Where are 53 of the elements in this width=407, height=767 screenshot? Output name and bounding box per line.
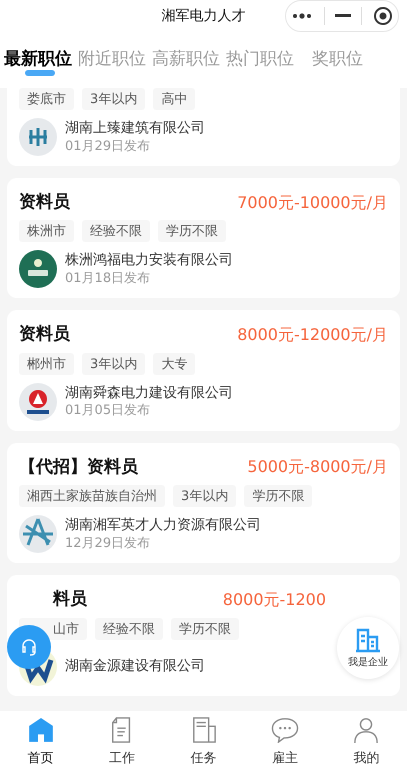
salary: 8000元-1200 [222,590,326,609]
window-title: 湘军电力人才 [162,7,246,25]
tag: 娄底市 [19,88,74,110]
tag: 学历不限 [158,220,226,242]
post-date: 01月29日发布 [65,138,152,154]
company-logo-icon [19,515,57,554]
chat-icon [270,717,300,743]
job-title: 资料员 [19,192,70,212]
more-icon[interactable] [291,12,314,20]
job-title: 料员 [53,589,87,610]
company-logo-icon [19,382,57,421]
nav-tab[interactable]: 首页 [0,711,82,767]
tag: 高中 [153,88,196,110]
company-name: 株洲鸿福电力安装有限公司 [65,252,233,269]
tag: 经验不限 [82,220,150,242]
home-icon [26,717,55,743]
nav-tab[interactable]: 我的 [326,711,407,767]
post-date: 01月05日发布 [65,403,152,419]
salary: 8000元-12000元/月 [237,324,388,344]
tag: 经验不限 [95,618,163,640]
person-icon [352,717,380,743]
category-tab[interactable]: 最新职位 [1,42,75,78]
tag: 株洲市 [19,220,74,242]
tag: 大专 [153,352,196,375]
nav-tab[interactable]: 任务 [162,711,244,767]
nav-tab[interactable]: 工作 [81,711,163,767]
nav-tab[interactable]: 雇主 [244,711,326,767]
post-date: 12月29日发布 [65,536,152,552]
tag: 郴州市 [19,352,74,375]
tag: 3年以内 [82,352,146,375]
minimize-icon[interactable] [334,14,351,18]
company-name: 湖南上臻建筑有限公司 [65,120,205,137]
tag: 学历不限 [244,485,312,508]
job-title: 资料员 [19,324,70,345]
job-card[interactable]: 【代招】资料员 5000元-8000元/月 湘西土家族苗族自治州 3年以内 学历不限 湖南湘军英才人力资源有限公司 12月29日发布 [7,442,400,564]
post-date: 01月18日发布 [65,270,152,287]
building-icon [354,627,382,653]
salary: 7000元-10000元/月 [237,192,388,212]
company-logo-icon [19,250,57,288]
close-icon[interactable] [372,6,393,26]
company-logo-icon [19,118,57,156]
job-card[interactable]: 娄底市 3年以内 高中 湖南上臻建筑有限公司 01月29日发布 [7,88,400,166]
tag: 3年以内 [173,485,236,508]
job-title: 【代招】资料员 [19,456,138,478]
tag: 学历不限 [171,618,239,640]
salary: 5000元-8000元/月 [247,457,388,477]
job-card[interactable]: 资料员 8000元-12000元/月 郴州市 3年以内 大专 湖南舜森电力建设有限公司 01月05日发布 [7,310,400,431]
job-card[interactable]: 资料员 7000元-10000元/月 株洲市 经验不限 学历不限 株洲鸿福电力安装有限公司 01月18日发布 [7,178,400,298]
company-name: 湖南金源建设有限公司 [65,658,205,675]
company-name: 湖南湘军英才人力资源有限公司 [65,516,261,534]
tag: 湘西土家族苗族自治州 [19,485,165,508]
company-name: 湖南舜森电力建设有限公司 [65,384,233,402]
tag: 3年以内 [82,88,146,110]
